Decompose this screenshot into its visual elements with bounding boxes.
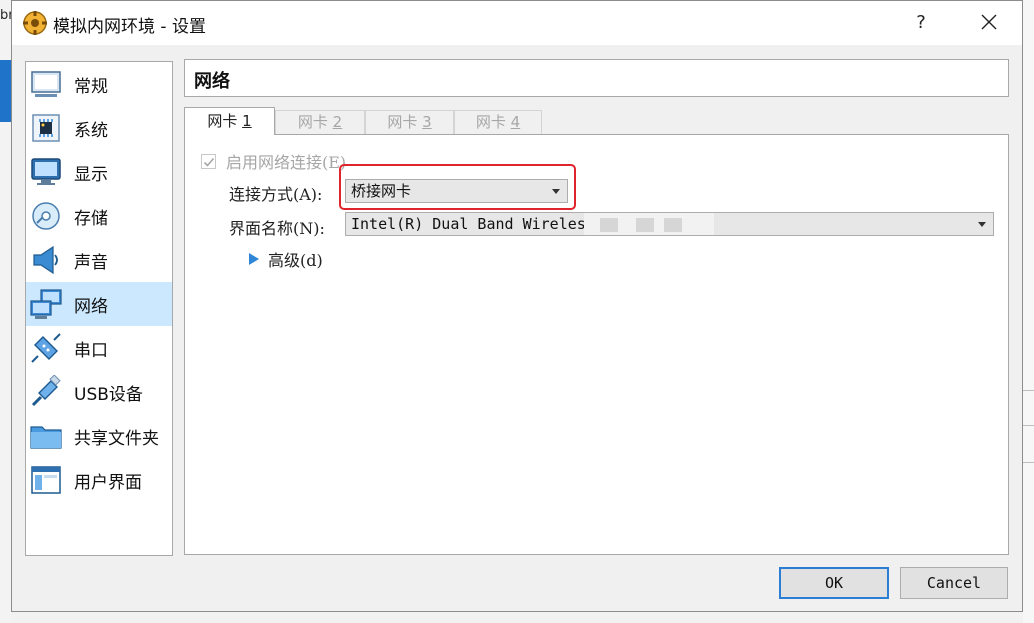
interface-name-value: Intel(R) Dual Band Wireles [351, 215, 586, 233]
sidebar-item-storage[interactable]: 存储 [26, 194, 172, 238]
general-icon [31, 71, 61, 97]
blurred-redaction [584, 213, 714, 235]
adapter-panel: 启用网络连接(E) 连接方式(A): 桥接网卡 界面名称(N): Intel(R… [184, 134, 1009, 555]
sidebar-item-system[interactable]: 系统 [26, 106, 172, 150]
advanced-label: 高级(d) [268, 251, 323, 270]
audio-speaker-icon [33, 245, 58, 275]
tab-number: 4 [510, 113, 521, 131]
sidebar-item-label: 串口 [74, 340, 108, 361]
close-button[interactable] [974, 9, 1004, 37]
enable-network-row: 启用网络连接(E) [201, 149, 346, 173]
attach-mode-label: 连接方式(A): [229, 185, 323, 204]
window-title: 模拟内网环境 - 设置 [53, 17, 206, 37]
sidebar-item-label: 常规 [74, 76, 108, 97]
settings-dialog: 模拟内网环境 - 设置 ? 常规 系统 显示 存储 声音 网络 串口 USB设备… [11, 0, 1023, 612]
sidebar-item-label: 声音 [74, 252, 108, 273]
sidebar-item-network[interactable]: 网络 [26, 282, 172, 326]
tab-adapter-3[interactable]: 网卡 3 [365, 110, 454, 134]
settings-sidebar: 常规 系统 显示 存储 声音 网络 串口 USB设备 共享文件夹 用户界面 [25, 61, 173, 556]
background-window-bottom [11, 611, 1023, 623]
sidebar-item-audio[interactable]: 声音 [26, 238, 172, 282]
help-button[interactable]: ? [906, 9, 936, 37]
tab-label: 网卡 [475, 113, 511, 131]
serial-port-icon [31, 333, 61, 363]
sidebar-item-display[interactable]: 显示 [26, 150, 172, 194]
display-monitor-icon [31, 158, 61, 185]
sidebar-item-label: USB设备 [74, 384, 143, 405]
sidebar-item-usb[interactable]: USB设备 [26, 370, 172, 414]
ok-button[interactable]: OK [779, 567, 889, 599]
interface-name-label: 界面名称(N): [229, 219, 325, 238]
user-interface-icon [31, 466, 61, 494]
highlight-annotation [339, 164, 576, 210]
title-bar[interactable]: 模拟内网环境 - 设置 ? [12, 1, 1022, 45]
cancel-button[interactable]: Cancel [900, 567, 1008, 599]
background-line [1022, 462, 1034, 463]
sidebar-item-user-interface[interactable]: 用户界面 [26, 458, 172, 502]
tab-adapter-2[interactable]: 网卡 2 [275, 110, 365, 134]
tab-label: 网卡 [387, 113, 423, 131]
tab-label: 网卡 [207, 112, 243, 130]
close-icon [981, 14, 997, 30]
sidebar-item-label: 网络 [74, 296, 108, 317]
usb-icon [31, 375, 61, 407]
page-title-box: 网络 [184, 59, 1009, 97]
sidebar-item-label: 系统 [74, 120, 108, 141]
sidebar-item-label: 存储 [74, 208, 108, 229]
shared-folder-icon [30, 426, 62, 449]
sidebar-item-label: 显示 [74, 164, 108, 185]
sidebar-item-shared-folders[interactable]: 共享文件夹 [26, 414, 172, 458]
tab-adapter-4[interactable]: 网卡 4 [454, 110, 542, 134]
interface-name-select[interactable]: Intel(R) Dual Band Wireles [345, 212, 994, 236]
sidebar-item-label: 用户界面 [74, 472, 142, 493]
sidebar-item-label: 共享文件夹 [74, 428, 159, 449]
chevron-down-icon [978, 222, 986, 227]
checkmark-icon [203, 157, 215, 167]
network-icon [30, 289, 62, 319]
tab-number: 2 [332, 113, 343, 131]
tab-number: 3 [422, 113, 432, 131]
virtualbox-app-icon [23, 11, 47, 35]
sidebar-item-serial[interactable]: 串口 [26, 326, 172, 370]
background-line [1022, 425, 1034, 426]
enable-network-checkbox[interactable] [201, 153, 216, 169]
background-line [1022, 390, 1034, 391]
tab-adapter-1[interactable]: 网卡 1 [184, 107, 275, 135]
page-title: 网络 [194, 71, 230, 92]
storage-disk-icon [32, 202, 60, 230]
enable-network-label: 启用网络连接(E) [226, 153, 347, 172]
background-selection [0, 60, 11, 122]
sidebar-item-general[interactable]: 常规 [26, 62, 172, 106]
tab-label: 网卡 [297, 113, 333, 131]
advanced-toggle[interactable]: 高级(d) [249, 247, 323, 271]
system-chip-icon [32, 114, 60, 142]
tab-number: 1 [242, 112, 252, 130]
expand-arrow-icon [249, 253, 259, 265]
